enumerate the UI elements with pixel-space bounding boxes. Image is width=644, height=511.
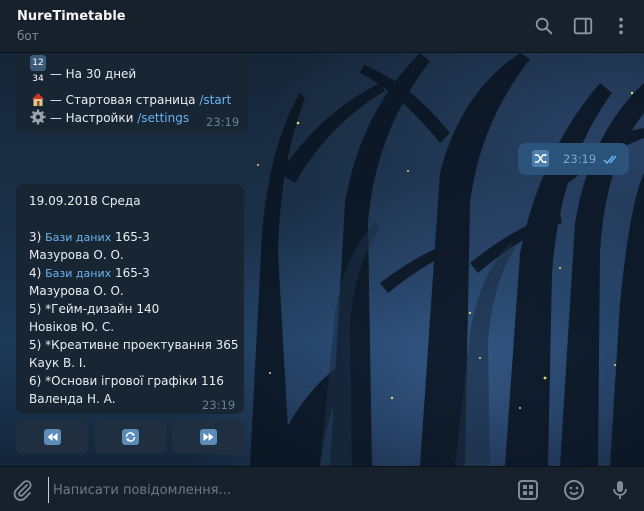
chat-subtitle: бот [17,29,39,43]
lesson-room: 165-3 [111,230,150,244]
line-30-days: 12 34 — На 30 дней [30,55,137,84]
lesson-number: 4) [29,266,46,280]
chat-title[interactable]: NureTimetable [17,9,126,24]
lesson-subject-link[interactable]: Бази даних [45,267,111,280]
start-command-link[interactable]: /start [199,93,231,107]
fast-forward-icon [200,429,217,445]
lesson-line: 3) Бази даних 165-3 [29,228,150,247]
refresh-icon [122,429,139,445]
rewind-icon [44,429,61,445]
previous-day-button[interactable] [16,420,88,454]
lesson-number: 5) [29,302,46,316]
message-time: 23:19 [202,398,236,412]
lesson-teacher: Валенда Н. А. [29,392,116,406]
house-icon [32,93,44,106]
message-bubble-outgoing[interactable]: 23:19 [518,143,629,175]
lesson-subject: *Креативне проектування [45,338,212,352]
line-settings-text: — Настройки [46,111,138,125]
message-input[interactable] [48,477,495,503]
shuffle-icon [532,150,549,167]
lesson-room: 365 [211,338,239,352]
refresh-button[interactable] [94,420,166,454]
microphone-icon[interactable] [608,478,632,502]
line-settings: — Настройки /settings [30,109,189,127]
settings-command-link[interactable]: /settings [137,111,189,125]
line-30-days-text: — На 30 дней [46,67,137,81]
attach-icon[interactable] [11,478,35,502]
lesson-teacher: Мазурова О. О. [29,284,124,298]
gear-icon [30,109,46,125]
message-time: 23:19 [563,152,597,166]
more-vertical-icon[interactable] [610,15,632,37]
calendar-icon: 12 34 [30,55,46,84]
message-composer [0,466,644,511]
lesson-line: 5) *Гейм-дизайн 140 [29,300,159,318]
lesson-number: 5) [29,338,46,352]
message-time: 23:19 [206,115,240,129]
chat-area[interactable]: 12 34 — На 30 дней — Стартовая страница … [0,53,644,466]
next-day-button[interactable] [172,420,244,454]
lesson-teacher: Каук В. І. [29,356,87,370]
bot-commands-icon[interactable] [516,478,540,502]
lesson-line: 4) Бази даних 165-3 [29,264,150,283]
lesson-line: 5) *Креативне проектування 365 [29,336,239,354]
lesson-teacher: Новіков Ю. С. [29,320,115,334]
lesson-room: 140 [132,302,160,316]
double-check-icon [603,155,617,165]
timetable-date: 19.09.2018 Среда [29,194,141,208]
lesson-subject: *Основи ігрової графіки [45,374,198,388]
lesson-teacher: Мазурова О. О. [29,248,124,262]
chat-header[interactable]: NureTimetable бот [0,0,644,53]
lesson-line: 6) *Основи ігрової графіки 116 [29,372,224,390]
search-icon[interactable] [533,15,555,37]
lesson-subject-link[interactable]: Бази даних [45,231,111,244]
lesson-room: 165-3 [111,266,150,280]
message-bubble-commands[interactable]: 12 34 — На 30 дней — Стартовая страница … [16,53,248,133]
lesson-room: 116 [197,374,224,388]
lesson-subject: *Гейм-дизайн [45,302,133,316]
message-bubble-timetable[interactable]: 19.09.2018 Среда 3) Бази даних 165-3 Маз… [16,184,244,414]
line-start-text: — Стартовая страница [46,93,200,107]
emoji-icon[interactable] [562,478,586,502]
lesson-number: 3) [29,230,46,244]
lesson-number: 6) [29,374,46,388]
line-start: — Стартовая страница /start [30,91,231,109]
sidebar-toggle-icon[interactable] [572,15,594,37]
